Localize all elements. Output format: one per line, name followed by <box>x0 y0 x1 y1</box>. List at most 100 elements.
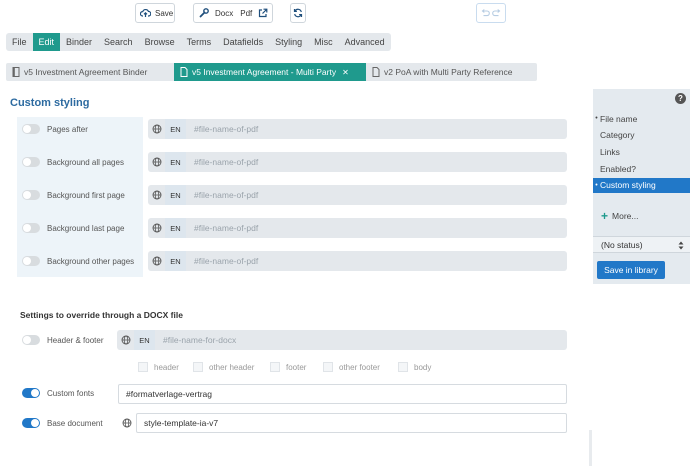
file-placeholder: #file-name-of-pdf <box>194 223 259 233</box>
menu-item-terms[interactable]: Terms <box>181 33 218 51</box>
checkbox-label: footer <box>286 363 307 372</box>
sidebar-item-label: Category <box>600 130 635 141</box>
doc-tab-multi-party[interactable]: v5 Investment Agreement - Multi Party ✕ <box>174 63 366 81</box>
save-in-library-button[interactable]: Save in library <box>597 261 665 279</box>
styling-file-input[interactable]: EN #file-name-of-pdf <box>148 185 567 205</box>
language-badge[interactable]: EN <box>165 218 186 238</box>
file-placeholder: #file-name-for-docx <box>163 335 237 345</box>
styling-file-input[interactable]: EN #file-name-of-pdf <box>148 152 567 172</box>
globe-icon[interactable] <box>148 218 165 238</box>
menu-item-binder[interactable]: Binder <box>60 33 98 51</box>
cloud-upload-icon <box>140 8 151 17</box>
sidebar-item-label: Enabled? <box>600 163 636 174</box>
sidebar-item-enabled[interactable]: Enabled? <box>593 161 690 176</box>
styling-file-input[interactable]: EN #file-name-of-pdf <box>148 119 567 139</box>
scrollbar[interactable] <box>589 430 592 466</box>
styling-toggle[interactable] <box>22 157 40 167</box>
sidebar-item-label: Custom styling <box>600 180 656 191</box>
close-tab-icon[interactable]: ✕ <box>342 68 349 77</box>
checkbox-other-footer[interactable] <box>323 362 333 372</box>
refresh-icon <box>293 8 303 18</box>
doc-tab-label: v5 Investment Agreement - Multi Party <box>192 67 337 77</box>
header-footer-label: Header & footer <box>47 336 104 345</box>
bullet-icon: • <box>595 181 598 189</box>
base-document-input[interactable]: style-template-ia-v7 <box>136 413 567 433</box>
language-badge[interactable]: EN <box>165 119 186 139</box>
export-button-group: Docx Pdf <box>193 3 273 23</box>
styling-toggle[interactable] <box>22 190 40 200</box>
header-footer-toggle[interactable] <box>22 335 40 345</box>
select-arrows-icon <box>678 241 684 250</box>
file-placeholder: #file-name-of-pdf <box>194 256 259 266</box>
refresh-button[interactable] <box>290 3 306 23</box>
sidebar-item-label: File name <box>600 113 638 124</box>
external-link-icon[interactable] <box>258 8 268 18</box>
wrench-icon <box>199 8 209 18</box>
base-document-toggle[interactable] <box>22 418 40 428</box>
menu-item-advanced[interactable]: Advanced <box>339 33 391 51</box>
globe-icon[interactable] <box>122 418 132 430</box>
custom-fonts-label: Custom fonts <box>47 389 95 398</box>
language-badge[interactable]: EN <box>134 330 155 350</box>
globe-icon[interactable] <box>148 185 165 205</box>
language-badge[interactable]: EN <box>165 251 186 271</box>
styling-row-label: Pages after <box>47 125 88 134</box>
redo-icon[interactable] <box>492 8 502 18</box>
custom-fonts-input[interactable]: #formatverlage-vertrag <box>118 384 567 404</box>
docx-settings-title: Settings to override through a DOCX file <box>20 310 183 320</box>
menu-item-misc[interactable]: Misc <box>308 33 339 51</box>
globe-icon[interactable] <box>148 251 165 271</box>
right-sidebar: ? • File name Category Links Enabled? • Custom… <box>593 89 690 284</box>
file-placeholder: #file-name-of-pdf <box>194 190 259 200</box>
document-icon <box>180 67 188 77</box>
undo-icon[interactable] <box>480 8 490 18</box>
menu-item-search[interactable]: Search <box>98 33 139 51</box>
menu-item-file[interactable]: File <box>6 33 33 51</box>
styling-file-input[interactable]: EN #file-name-of-pdf <box>148 251 567 271</box>
section-title: Custom styling <box>10 97 90 109</box>
checkbox-footer[interactable] <box>270 362 280 372</box>
save-label: Save <box>155 8 174 18</box>
docx-button[interactable]: Docx <box>215 9 233 18</box>
sidebar-item-file-name[interactable]: • File name <box>593 111 690 126</box>
file-placeholder: #file-name-of-pdf <box>194 124 259 134</box>
custom-fonts-toggle[interactable] <box>22 388 40 398</box>
styling-file-input[interactable]: EN #file-name-of-pdf <box>148 218 567 238</box>
styling-row-label: Background first page <box>47 191 125 200</box>
file-placeholder: #file-name-of-pdf <box>194 157 259 167</box>
base-document-label: Base document <box>47 419 103 428</box>
globe-icon[interactable] <box>117 330 134 350</box>
sidebar-item-category[interactable]: Category <box>593 128 690 143</box>
binder-icon <box>12 67 20 77</box>
menu-item-datafields[interactable]: Datafields <box>217 33 269 51</box>
sidebar-item-custom-styling[interactable]: • Custom styling <box>593 177 690 193</box>
doc-tab-label: v5 Investment Agreement Binder <box>24 67 148 77</box>
checkbox-header[interactable] <box>138 362 148 372</box>
pdf-button[interactable]: Pdf <box>240 9 252 18</box>
menu-item-edit[interactable]: Edit <box>32 33 61 51</box>
styling-toggle[interactable] <box>22 223 40 233</box>
main-menu: File Edit Binder Search Browse Terms Datafield… <box>6 33 391 51</box>
status-select[interactable]: (No status) <box>593 236 690 253</box>
language-badge[interactable]: EN <box>165 185 186 205</box>
language-badge[interactable]: EN <box>165 152 186 172</box>
checkbox-body[interactable] <box>398 362 408 372</box>
checkbox-label: other footer <box>339 363 380 372</box>
styling-row-label: Background last page <box>47 224 125 233</box>
globe-icon[interactable] <box>148 152 165 172</box>
styling-toggle[interactable] <box>22 124 40 134</box>
header-footer-file-input[interactable]: EN #file-name-for-docx <box>117 330 567 350</box>
more-button[interactable]: + More... <box>601 209 638 223</box>
doc-tab-binder[interactable]: v5 Investment Agreement Binder <box>6 63 174 81</box>
doc-tab-poa[interactable]: v2 PoA with Multi Party Reference <box>366 63 537 81</box>
styling-toggle[interactable] <box>22 256 40 266</box>
sidebar-item-links[interactable]: Links <box>593 144 690 159</box>
menu-item-browse[interactable]: Browse <box>139 33 181 51</box>
save-button[interactable]: Save <box>135 3 175 23</box>
help-icon[interactable]: ? <box>675 93 686 104</box>
doc-tab-label: v2 PoA with Multi Party Reference <box>384 67 513 77</box>
plus-icon: + <box>601 209 609 223</box>
checkbox-other-header[interactable] <box>193 362 203 372</box>
globe-icon[interactable] <box>148 119 165 139</box>
menu-item-styling[interactable]: Styling <box>269 33 308 51</box>
